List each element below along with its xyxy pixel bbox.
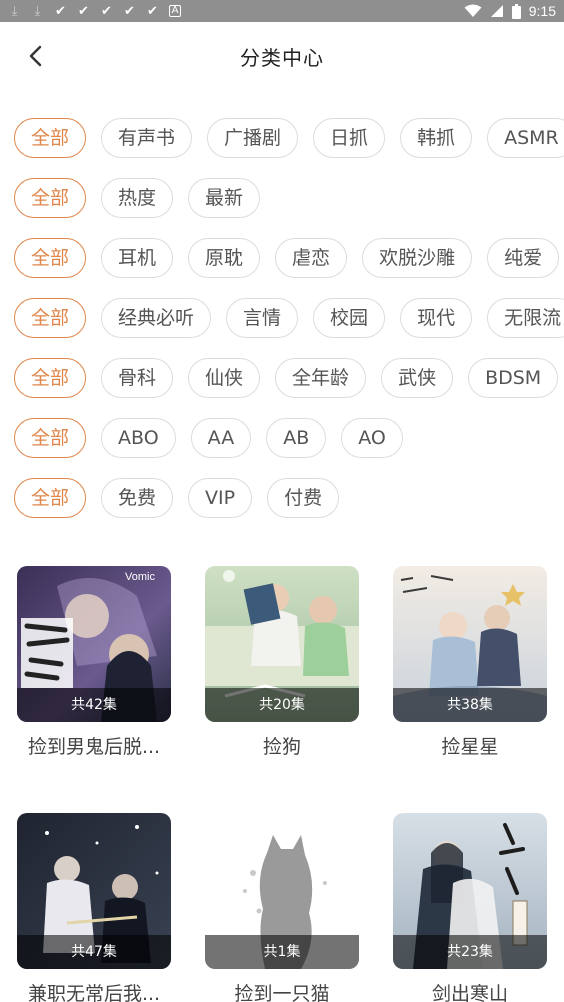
filter-chip[interactable]: 韩抓: [400, 118, 473, 158]
episode-count: 共1集: [205, 935, 359, 969]
filter-chip-all[interactable]: 全部: [14, 358, 87, 398]
episode-count: 共23集: [393, 935, 547, 969]
filter-chip[interactable]: 日抓: [313, 118, 386, 158]
filter-chip-all[interactable]: 全部: [14, 478, 87, 518]
filter-chip[interactable]: VIP: [188, 478, 253, 518]
filter-chip-all[interactable]: 全部: [14, 418, 87, 458]
filter-chip[interactable]: AB: [266, 418, 327, 458]
status-bar: ⤓ ⤓ ✔ ✔ ✔ ✔ ✔ A 9:15: [0, 0, 564, 22]
episode-count: 共38集: [393, 688, 547, 722]
drama-title: 捡到男鬼后脱...: [27, 736, 161, 758]
filter-chip[interactable]: 原耽: [188, 238, 261, 278]
cover-image: 共20集: [205, 566, 359, 722]
filter-row-sort: 全部 热度 最新: [0, 178, 564, 218]
filter-row-setting: 全部 骨科 仙侠 全年龄 武侠 BDSM: [0, 358, 564, 398]
filter-chip[interactable]: 热度: [101, 178, 174, 218]
check-icon: ✔: [78, 3, 89, 19]
filter-chip[interactable]: 武侠: [381, 358, 454, 398]
signal-icon: [490, 5, 503, 17]
filter-chip-all[interactable]: 全部: [14, 298, 87, 338]
status-notifications: ⤓ ⤓ ✔ ✔ ✔ ✔ ✔ A: [8, 4, 181, 19]
cover-image: 共38集: [393, 566, 547, 722]
episode-count: 共20集: [205, 688, 359, 722]
page-title: 分类中心: [240, 45, 324, 70]
filter-chip[interactable]: 全年龄: [275, 358, 367, 398]
filter-chip[interactable]: ASMR: [487, 118, 564, 158]
drama-card[interactable]: 共1集 捡到一只猫: [205, 813, 359, 1002]
filter-chip-all[interactable]: 全部: [14, 118, 87, 158]
download-icon: ⤓: [34, 3, 41, 19]
filter-chip[interactable]: 现代: [400, 298, 473, 338]
filter-chip-all[interactable]: 全部: [14, 178, 87, 218]
cover-logo: Vomic: [125, 571, 155, 583]
filter-panel: 全部 有声书 广播剧 日抓 韩抓 ASMR 全部 热度 最新 全部 耳机 原耽 …: [0, 118, 564, 538]
back-button[interactable]: [22, 42, 50, 70]
app-a-icon: A: [169, 5, 181, 17]
chevron-left-icon: [29, 45, 42, 67]
drama-title: 捡狗: [262, 736, 301, 758]
wifi-icon: [464, 4, 482, 17]
filter-chip[interactable]: AA: [190, 418, 252, 458]
filter-chip[interactable]: 无限流: [487, 298, 564, 338]
filter-chip[interactable]: 耳机: [101, 238, 174, 278]
filter-chip[interactable]: BDSM: [468, 358, 559, 398]
cover-image: 共47集: [17, 813, 171, 969]
filter-chip[interactable]: 有声书: [101, 118, 193, 158]
drama-title: 剑出寒山: [431, 983, 508, 1002]
filter-row-price: 全部 免费 VIP 付费: [0, 478, 564, 518]
drama-card[interactable]: 共23集 剑出寒山: [393, 813, 547, 1002]
filter-chip[interactable]: 言情: [226, 298, 299, 338]
check-icon: ✔: [124, 3, 135, 19]
filter-row-type: 全部 有声书 广播剧 日抓 韩抓 ASMR: [0, 118, 564, 158]
cover-image: 共23集: [393, 813, 547, 969]
filter-chip[interactable]: 付费: [267, 478, 340, 518]
filter-chip[interactable]: 骨科: [101, 358, 174, 398]
download-icon: ⤓: [11, 3, 18, 19]
filter-chip[interactable]: AO: [341, 418, 403, 458]
header: 分类中心: [0, 22, 564, 90]
filter-chip[interactable]: 广播剧: [207, 118, 299, 158]
check-icon: ✔: [55, 3, 66, 19]
filter-chip[interactable]: 最新: [188, 178, 261, 218]
battery-icon: [511, 3, 521, 19]
filter-chip[interactable]: 纯爱: [487, 238, 560, 278]
filter-chip[interactable]: 校园: [313, 298, 386, 338]
filter-chip[interactable]: 免费: [101, 478, 174, 518]
status-time: 9:15: [528, 3, 556, 19]
filter-row-pairing: 全部 ABO AA AB AO: [0, 418, 564, 458]
cover-image: 共1集: [205, 813, 359, 969]
filter-chip[interactable]: 仙侠: [188, 358, 261, 398]
episode-count: 共47集: [17, 935, 171, 969]
drama-title: 捡到一只猫: [234, 983, 330, 1002]
check-icon: ✔: [147, 3, 158, 19]
episode-count: 共42集: [17, 688, 171, 722]
filter-chip[interactable]: 经典必听: [101, 298, 212, 338]
filter-row-theme: 全部 经典必听 言情 校园 现代 无限流: [0, 298, 564, 338]
drama-card[interactable]: 共20集 捡狗: [205, 566, 359, 759]
drama-card[interactable]: Vomic 共42集 捡到男鬼后脱...: [17, 566, 171, 759]
filter-row-genre: 全部 耳机 原耽 虐恋 欢脱沙雕 纯爱: [0, 238, 564, 278]
filter-chip[interactable]: ABO: [101, 418, 176, 458]
filter-chip[interactable]: 虐恋: [275, 238, 348, 278]
drama-card[interactable]: 共47集 兼职无常后我...: [17, 813, 171, 1002]
drama-card[interactable]: 共38集 捡星星: [393, 566, 547, 759]
check-icon: ✔: [101, 3, 112, 19]
filter-chip[interactable]: 欢脱沙雕: [362, 238, 473, 278]
cover-image: Vomic 共42集: [17, 566, 171, 722]
drama-title: 捡星星: [441, 736, 499, 758]
drama-title: 兼职无常后我...: [27, 983, 161, 1002]
filter-chip-all[interactable]: 全部: [14, 238, 87, 278]
